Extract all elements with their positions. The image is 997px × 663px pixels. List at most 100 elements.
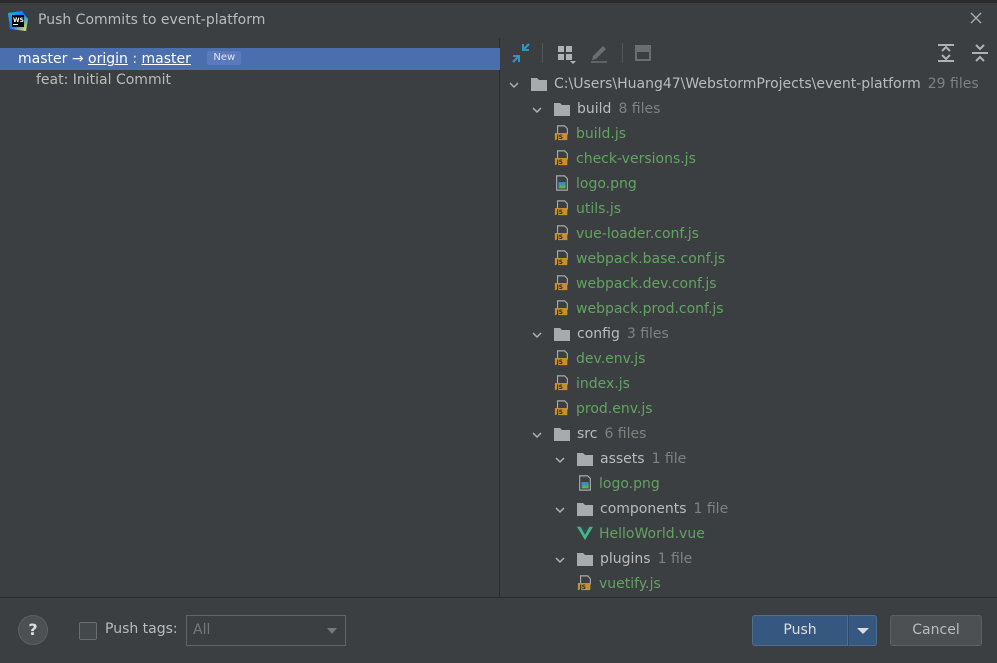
branch-target-row[interactable]: master → origin : master New [0,48,500,70]
tree-file-row[interactable]: HelloWorld.vue [501,522,997,547]
file-name: check-versions.js [576,151,696,167]
cancel-button[interactable]: Cancel [890,615,982,646]
file-count: 1 file [657,551,693,567]
file-name: vuetify.js [599,576,661,592]
file-name: webpack.prod.conf.js [576,301,724,317]
tree-file-row[interactable]: JS check-versions.js [501,147,997,172]
changes-pane: C:\Users\Huang47\WebstormProjects\event-… [501,38,997,597]
js-file-icon: JS [554,375,568,391]
chevron-down-icon[interactable] [532,105,542,115]
folder-label: build 8 files [577,97,660,122]
file-name: index.js [576,376,630,392]
svg-text:JS: JS [579,585,586,591]
file-name: vue-loader.conf.js [576,226,699,242]
tree-file-row[interactable]: logo.png [501,172,997,197]
webstorm-icon: WS [8,11,28,31]
file-count: 29 files [927,76,979,92]
tree-folder-row[interactable]: assets 1 file [501,447,997,472]
push-button[interactable]: Push [752,615,848,646]
file-count: 3 files [626,326,669,342]
folder-icon [554,428,570,441]
tree-file-row[interactable]: JS index.js [501,372,997,397]
folder-label: C:\Users\Huang47\WebstormProjects\event-… [554,72,979,97]
file-name: logo.png [576,176,637,192]
js-file-icon: JS [554,250,568,266]
svg-text:JS: JS [556,235,563,241]
tree-file-row[interactable]: JS dev.env.js [501,347,997,372]
chevron-down-icon[interactable] [532,330,542,340]
file-name: HelloWorld.vue [599,526,705,542]
chevron-down-icon[interactable] [532,430,542,440]
tree-file-row[interactable]: JS build.js [501,122,997,147]
tree-file-row[interactable]: logo.png [501,472,997,497]
js-file-icon: JS [554,350,568,366]
show-diff-icon[interactable] [632,42,654,64]
tree-file-row[interactable]: JS prod.env.js [501,397,997,422]
expand-collapse-arrows-icon[interactable] [510,42,532,64]
collapse-all-icon[interactable] [969,42,991,64]
push-tags-label: Push tags: [105,621,178,637]
chevron-down-icon [857,628,869,634]
push-arrow: → [71,51,84,67]
tree-file-row[interactable]: JS vue-loader.conf.js [501,222,997,247]
push-tags-checkbox[interactable] [79,622,97,640]
svg-text:JS: JS [556,210,563,216]
svg-text:JS: JS [556,260,563,266]
folder-label: assets 1 file [600,447,686,472]
chevron-down-icon[interactable] [555,455,565,465]
chevron-down-icon[interactable] [509,80,519,90]
svg-text:JS: JS [556,135,563,141]
chevron-down-icon [327,628,337,634]
file-name: utils.js [576,201,622,217]
expand-all-icon[interactable] [935,42,957,64]
folder-name: assets [600,451,645,467]
js-file-icon: JS [554,200,568,216]
tree-folder-row[interactable]: plugins 1 file [501,547,997,572]
folder-name: build [577,101,612,117]
close-icon[interactable] [969,11,983,25]
svg-text:WS: WS [13,17,24,24]
remote-link[interactable]: origin [88,51,128,67]
new-badge: New [207,51,242,65]
file-count: 6 files [604,426,647,442]
dialog-footer: ? Push tags: All Push Cancel [0,597,997,663]
tree-file-row[interactable]: JS webpack.prod.conf.js [501,297,997,322]
tree-folder-row[interactable]: build 8 files [501,97,997,122]
file-count: 1 file [693,501,729,517]
chevron-down-icon[interactable] [555,555,565,565]
local-branch: master [18,51,68,67]
file-name: build.js [576,126,627,142]
folder-label: src 6 files [577,422,646,447]
help-button[interactable]: ? [18,615,48,645]
tree-folder-row[interactable]: config 3 files [501,322,997,347]
tree-file-row[interactable]: JS vuetify.js [501,572,997,597]
folder-icon [577,553,593,566]
folder-label: plugins 1 file [600,547,692,572]
toolbar-separator [542,43,543,63]
push-options-dropdown[interactable] [848,615,877,646]
chevron-down-icon[interactable] [555,505,565,515]
svg-text:JS: JS [556,360,563,366]
changes-toolbar [501,38,997,68]
tree-folder-row[interactable]: C:\Users\Huang47\WebstormProjects\event-… [501,72,997,97]
file-name: logo.png [599,476,660,492]
js-file-icon: JS [577,575,591,591]
push-tags-select[interactable]: All [186,615,346,646]
js-file-icon: JS [554,150,568,166]
svg-text:JS: JS [556,385,563,391]
tree-file-row[interactable]: JS utils.js [501,197,997,222]
tree-folder-row[interactable]: components 1 file [501,497,997,522]
commit-item[interactable]: feat: Initial Commit [36,72,171,88]
js-file-icon: JS [554,300,568,316]
tree-folder-row[interactable]: src 6 files [501,422,997,447]
folder-label: components 1 file [600,497,728,522]
folder-icon [577,503,593,516]
image-file-icon [579,475,591,491]
folder-name: components [600,501,687,517]
tree-file-row[interactable]: JS webpack.base.conf.js [501,247,997,272]
edit-source-icon[interactable] [588,42,610,64]
file-name: webpack.dev.conf.js [576,276,717,292]
tree-file-row[interactable]: JS webpack.dev.conf.js [501,272,997,297]
group-by-icon[interactable] [554,42,576,64]
remote-branch-link[interactable]: master [142,51,191,67]
